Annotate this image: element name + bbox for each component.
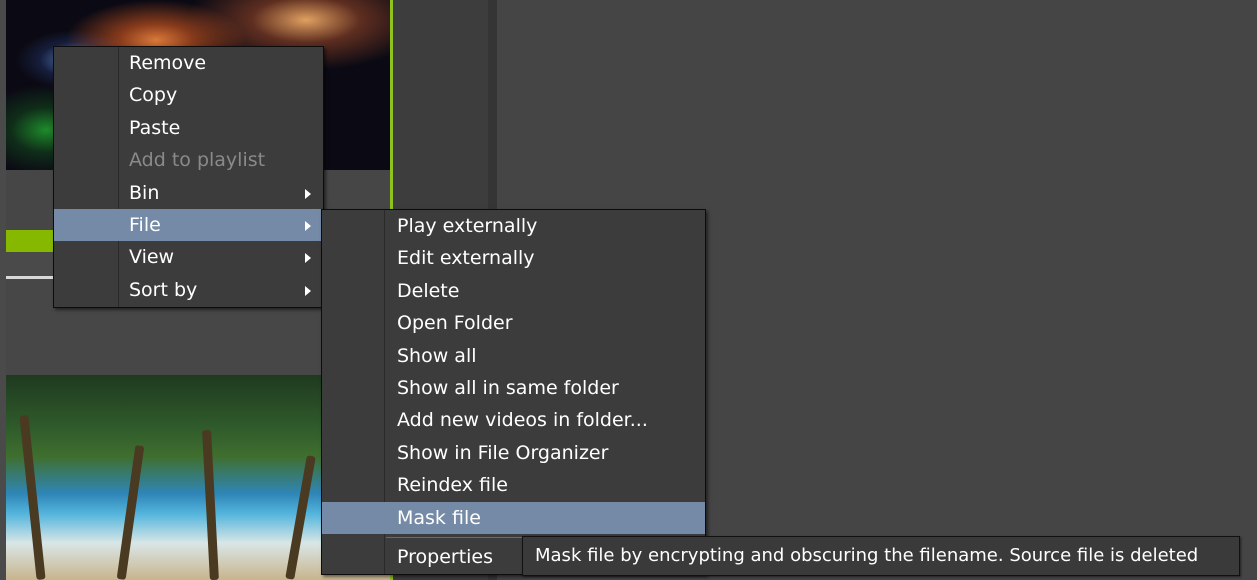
menu-item-label: Show all <box>397 344 477 367</box>
menu-item-label: Delete <box>397 279 460 302</box>
menu-item-label: Edit externally <box>397 247 535 270</box>
tooltip-text: Mask file by encrypting and obscuring th… <box>535 545 1199 566</box>
context-menu: Remove Copy Paste Add to playlist Bin Fi… <box>53 46 324 308</box>
menu-item-label: Sort by <box>129 278 198 301</box>
menu-item-label: View <box>129 246 175 269</box>
menu-item-sort-by[interactable]: Sort by <box>54 274 323 306</box>
menu-item-label: Add to playlist <box>129 149 266 172</box>
menu-item-label: File <box>129 213 161 236</box>
menu-item-label: Paste <box>129 116 181 139</box>
submenu-arrow-icon <box>305 220 311 231</box>
palm-trunk <box>285 455 316 580</box>
submenu-arrow-icon <box>305 285 311 296</box>
menu-item-label: Remove <box>129 52 207 74</box>
menu-item-reindex-file[interactable]: Reindex file <box>322 469 705 501</box>
menu-item-label: Properties <box>397 545 494 568</box>
menu-item-show-in-file-organizer[interactable]: Show in File Organizer <box>322 437 705 469</box>
menu-item-file[interactable]: File <box>54 208 323 242</box>
palm-trunk <box>202 429 219 580</box>
menu-item-label: Reindex file <box>397 474 508 497</box>
menu-item-label: Bin <box>129 181 160 204</box>
menu-item-label: Copy <box>129 84 178 107</box>
menu-item-remove[interactable]: Remove <box>54 47 323 79</box>
palm-trunk <box>19 414 46 580</box>
file-submenu: Play externally Edit externally Delete O… <box>321 209 706 575</box>
menu-item-add-to-playlist: Add to playlist <box>54 144 323 176</box>
menu-item-label: Show in File Organizer <box>397 441 609 464</box>
menu-item-label: Show all in same folder <box>397 376 619 399</box>
menu-item-play-externally[interactable]: Play externally <box>322 210 705 242</box>
palm-trunk <box>116 445 145 580</box>
submenu-arrow-icon <box>305 253 311 264</box>
menu-item-label: Add new videos in folder... <box>397 409 648 432</box>
menu-item-label: Play externally <box>397 215 538 237</box>
menu-item-edit-externally[interactable]: Edit externally <box>322 242 705 274</box>
menu-item-copy[interactable]: Copy <box>54 79 323 111</box>
tooltip: Mask file by encrypting and obscuring th… <box>522 536 1240 576</box>
menu-item-open-folder[interactable]: Open Folder <box>322 307 705 339</box>
menu-item-paste[interactable]: Paste <box>54 112 323 144</box>
menu-item-mask-file[interactable]: Mask file <box>322 501 705 534</box>
menu-item-view[interactable]: View <box>54 241 323 273</box>
menu-item-label: Open Folder <box>397 312 513 335</box>
menu-item-show-all-in-same-folder[interactable]: Show all in same folder <box>322 372 705 404</box>
menu-item-bin[interactable]: Bin <box>54 177 323 209</box>
submenu-arrow-icon <box>305 188 311 199</box>
menu-item-add-new-videos-in-folder[interactable]: Add new videos in folder... <box>322 404 705 436</box>
menu-item-delete[interactable]: Delete <box>322 275 705 307</box>
menu-item-show-all[interactable]: Show all <box>322 340 705 372</box>
menu-item-label: Mask file <box>397 506 481 529</box>
